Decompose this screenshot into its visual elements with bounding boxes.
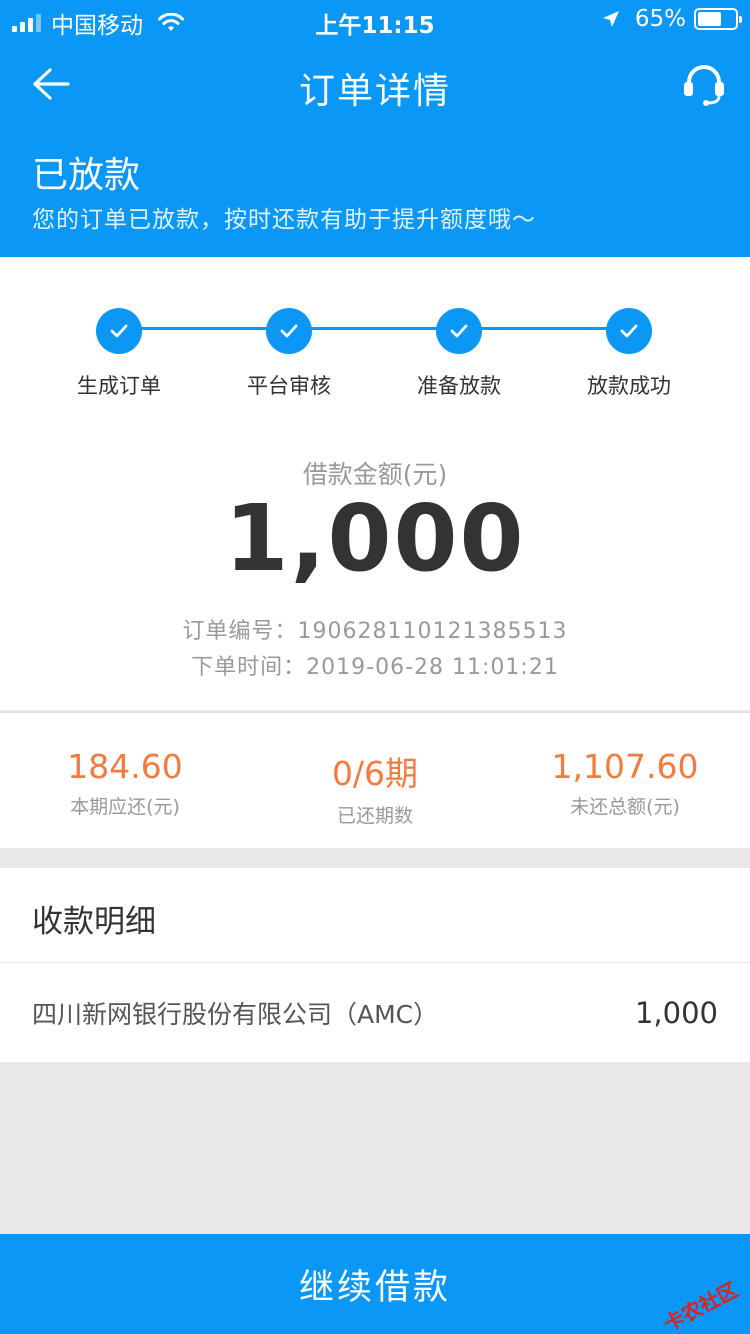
battery-icon <box>694 8 742 30</box>
loan-summary-card: 生成订单 平台审核 准备放款 放款成功 借款金额(元) 1,000 订单编号：1… <box>0 257 750 710</box>
status-bar: 中国移动 上午11:15 65% <box>0 0 750 40</box>
lender-name: 四川新网银行股份有限公司（AMC） <box>32 1000 439 1029</box>
step-label: 平台审核 <box>247 374 331 398</box>
stat-value: 1,107.60 <box>551 747 699 786</box>
step-check-icon <box>266 308 312 354</box>
repayment-stats-card: 184.60 本期应还(元) 0/6期 已还期数 1,107.60 未还总额(元… <box>0 712 750 848</box>
step-check-icon <box>436 308 482 354</box>
step-label: 准备放款 <box>417 374 501 398</box>
status-right: 65% <box>601 6 742 32</box>
lender-amount: 1,000 <box>634 996 718 1030</box>
location-arrow-icon <box>602 11 619 27</box>
stat-total-remaining: 1,107.60 未还总额(元) <box>500 747 750 819</box>
battery-percent: 65% <box>634 6 686 32</box>
order-number-label: 订单编号： <box>182 619 298 644</box>
order-time-row: 下单时间：2019-06-28 11:01:21 <box>0 649 750 681</box>
loan-amount: 1,000 <box>224 485 526 592</box>
navbar: 订单详情 <box>0 52 750 116</box>
step-label: 放款成功 <box>587 374 671 398</box>
order-time: 2019-06-28 11:01:21 <box>306 655 559 680</box>
page-title: 订单详情 <box>298 71 451 112</box>
battery-fill <box>698 12 722 26</box>
divider <box>0 962 750 963</box>
header: 中国移动 上午11:15 65% 订单详情 已放款 您的订单已放款，按时还款有助… <box>0 0 750 257</box>
section-title: 收款明细 <box>32 904 156 940</box>
stat-label: 已还期数 <box>336 805 413 827</box>
stat-value: 184.60 <box>67 747 183 786</box>
receipt-details-card: 收款明细 四川新网银行股份有限公司（AMC） 1,000 <box>0 868 750 1062</box>
continue-borrowing-button[interactable]: 继续借款 <box>0 1234 750 1334</box>
stat-current-due: 184.60 本期应还(元) <box>0 747 250 819</box>
order-number-row: 订单编号：190628110121385513 <box>0 613 750 645</box>
stat-label: 本期应还(元) <box>70 796 180 818</box>
progress-line <box>119 327 630 330</box>
order-time-label: 下单时间： <box>191 655 307 680</box>
order-number: 190628110121385513 <box>297 619 568 644</box>
stat-periods-paid: 0/6期 已还期数 <box>250 747 500 828</box>
stat-value: 0/6期 <box>331 754 419 793</box>
step-check-icon <box>606 308 652 354</box>
stat-label: 未还总额(元) <box>570 796 680 818</box>
headset-support-icon[interactable] <box>680 60 728 108</box>
step-check-icon <box>96 308 142 354</box>
order-status-description: 您的订单已放款，按时还款有助于提升额度哦～ <box>32 207 536 233</box>
cta-label: 继续借款 <box>298 1267 451 1308</box>
step-label: 生成订单 <box>77 374 161 398</box>
order-status-title: 已放款 <box>32 155 141 196</box>
